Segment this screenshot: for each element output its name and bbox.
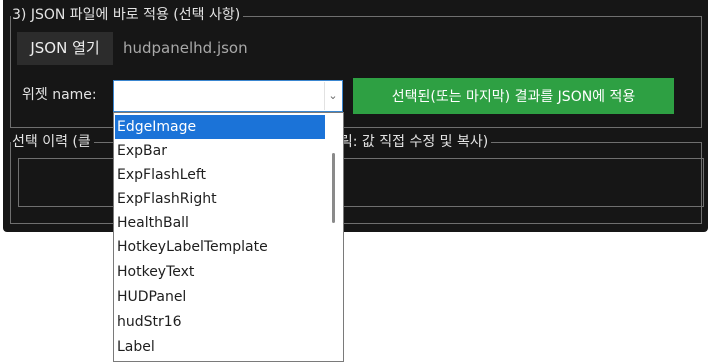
widget-name-combobox[interactable]: ⌄ xyxy=(113,80,343,112)
dropdown-item[interactable]: ExpFlashRight xyxy=(115,187,325,211)
chevron-down-icon[interactable]: ⌄ xyxy=(324,82,341,110)
widget-name-dropdown-list[interactable]: EdgeImage ExpBar ExpFlashLeft ExpFlashRi… xyxy=(113,112,344,362)
json-group-title: 3) JSON 파일에 바로 적용 (선택 사항) xyxy=(11,6,244,24)
dropdown-item[interactable]: HealthBall xyxy=(115,211,325,235)
dropdown-item[interactable]: HotkeyLabelTemplate xyxy=(115,235,325,259)
dropdown-item[interactable]: HUDPanel xyxy=(115,285,325,309)
scrollbar-thumb[interactable] xyxy=(332,153,335,223)
history-group-title-suffix: 클릭: 값 직접 수정 및 복사) xyxy=(324,133,492,151)
dropdown-item[interactable]: EdgeImage xyxy=(115,115,325,139)
dropdown-item[interactable]: ExpBar xyxy=(115,139,325,163)
dropdown-item[interactable]: hudStr16 xyxy=(115,310,325,334)
open-json-button[interactable]: JSON 열기 xyxy=(17,32,113,65)
dropdown-scrollbar[interactable] xyxy=(325,113,342,361)
history-group-title: 선택 이력 (클 xyxy=(11,133,94,151)
widget-name-label: 위젯 name: xyxy=(22,87,97,103)
apply-to-json-button[interactable]: 선택된(또는 마지막) 결과를 JSON에 적용 xyxy=(353,78,674,114)
dropdown-item[interactable]: HotkeyText xyxy=(115,260,325,284)
dropdown-item[interactable]: Label xyxy=(115,335,325,359)
json-filename: hudpanelhd.json xyxy=(123,39,248,57)
dropdown-item[interactable]: ExpFlashLeft xyxy=(115,163,325,187)
